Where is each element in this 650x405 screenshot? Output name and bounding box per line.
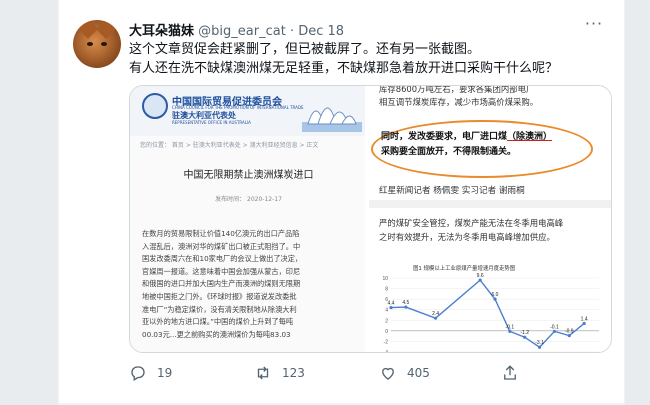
chart-data-label: 6.0 <box>492 292 499 298</box>
meta-separator: · <box>289 24 295 39</box>
news-line: 相互调节煤炭库存，减少市场高价煤采购。 <box>379 97 539 107</box>
retweet-icon <box>257 366 269 380</box>
chart-y-tick: 0 <box>385 329 388 335</box>
underlined-exception: （除澳洲） <box>507 132 553 142</box>
article-line: 官媒周一报道。这意味着中国会加强从蒙古，印尼 <box>142 266 301 276</box>
share-icon <box>504 365 516 380</box>
article-line: 00.03元...更之前购买的澳洲煤价为每吨83.03 <box>142 329 291 339</box>
share-button[interactable] <box>501 362 529 384</box>
article-line: 国发改委周六在和10家电厂的会议上做出了决定， <box>142 254 303 264</box>
author-name[interactable]: 大耳朵猫妹 <box>129 24 194 39</box>
org-office-en: REPRESENTATIVE OFFICE IN AUSTRALIA <box>172 120 251 125</box>
author-avatar[interactable] <box>73 20 121 68</box>
chart-y-tick: 10 <box>382 276 388 282</box>
cat-eye-right <box>101 42 107 46</box>
chart-y-tick: 8 <box>385 287 388 293</box>
chart-data-label: 1.4 <box>581 316 588 322</box>
chart-data-label: -0.1 <box>506 324 515 330</box>
reporter-byline: 红星新闻记者 杨佩雯 实习记者 谢雨桐 <box>379 186 525 196</box>
article-line: 亚以外的地方进口煤。”中国的煤价上升到了每吨 <box>142 317 294 327</box>
cat-ear-left <box>78 20 98 39</box>
chart-y-tick: 2 <box>385 318 388 324</box>
coal-output-chart: 1086420-2-44.4 4.52.49.66.0-0.1-1.2-3.1-0… <box>382 273 599 353</box>
opera-house-icon <box>302 107 362 132</box>
tweet-media[interactable]: 中国国际贸易促进委员会 CHINA COUNCIL FOR THE PROMOT… <box>129 85 612 353</box>
tweet-date[interactable]: Dec 18 <box>298 24 344 39</box>
chart-data-label: 4.5 <box>402 300 409 306</box>
reply-count: 19 <box>157 366 173 380</box>
org-banner: 中国国际贸易促进委员会 CHINA COUNCIL FOR THE PROMOT… <box>130 86 365 136</box>
chart-data-label: -0.1 <box>550 324 559 330</box>
tweet-actions: 19 123 405 <box>129 362 612 386</box>
more-options-icon[interactable]: ··· <box>582 14 606 34</box>
tweet-card[interactable]: 大耳朵猫妹 @big_ear_cat · Dec 18 ··· 这个文章贸促会赶… <box>58 0 625 405</box>
highlight-line: 同时，发改委要求，电厂进口煤 <box>381 132 508 142</box>
publish-date: 发布时间： 2020-12-17 <box>215 196 282 203</box>
cat-ear-right <box>96 20 116 39</box>
cat-eye-left <box>87 42 93 46</box>
reply-button[interactable]: 19 <box>129 362 172 384</box>
tweet-header: 大耳朵猫妹 @big_ear_cat · Dec 18 <box>129 20 344 39</box>
article-line: 准电厂“为稳定煤价，没有清关限制地从除澳大利 <box>142 304 297 314</box>
chart-data-label: 2.4 <box>432 311 439 317</box>
highlight-line: 采购要全面放开，不得限制通关。 <box>381 147 517 157</box>
chart-data-label: -1.2 <box>520 330 529 336</box>
article-line: 和俄国的进口并加大国内生产而澳洲的煤则无限期 <box>142 279 301 289</box>
like-count: 405 <box>407 366 430 380</box>
news-line: 库存8600万吨左右，要求各集团内部电厂 <box>379 86 535 94</box>
article-line: 入混乱后，澳洲对华的煤矿出口被正式阻挡了。中 <box>142 241 301 251</box>
breadcrumb: 您的位置： 首页 > 驻澳大利亚代表处 > 澳大利亚经贸信息 > 正文 <box>140 142 319 149</box>
chart-series-line <box>390 279 585 349</box>
news-line: 严的煤矿安全管控，煤炭产能无法在冬季用电高峰 <box>379 218 564 228</box>
article-line: 地被中国拒之门外。《环球时报》报道说发改委批 <box>142 291 297 301</box>
news-paragraph: 严的煤矿安全管控，煤炭产能无法在冬季用电高峰 之时有效提升，无法为冬季用电高峰增… <box>379 216 609 244</box>
like-button[interactable]: 405 <box>379 362 430 384</box>
article-line: 在数月的贸易限制让价值140亿澳元的出口产品陷 <box>142 229 300 238</box>
chart-data-label: 9.6 <box>477 273 484 279</box>
retweet-button[interactable]: 123 <box>254 362 305 384</box>
chart-y-tick: 4 <box>385 308 388 314</box>
reply-icon <box>131 366 145 381</box>
chart-data-label: -3.1 <box>535 340 544 346</box>
ccpit-logo-icon <box>142 93 168 119</box>
author-handle[interactable]: @big_ear_cat <box>198 24 286 39</box>
article-title: 中国无限期禁止澳洲煤炭进口 <box>183 170 314 181</box>
section-divider <box>369 200 611 208</box>
article-body: 在数月的贸易限制让价值140亿澳元的出口产品陷 入混乱后，澳洲对华的煤矿出口被正… <box>142 228 354 341</box>
tweet-text-line: 这个文章贸促会赶紧删了，但已被截屏了。还有另一张截图。 <box>129 42 481 57</box>
news-top-text: 库存8600万吨左右，要求各集团内部电厂 相互调节煤炭库存，减少市场高价煤采购。 <box>379 86 609 109</box>
chart-data-label: -0.9 <box>565 329 574 335</box>
news-line: 之时有效提升，无法为冬季用电高峰增加供应。 <box>379 232 555 242</box>
media-image-article[interactable]: 中国国际贸易促进委员会 CHINA COUNCIL FOR THE PROMOT… <box>130 86 367 352</box>
highlighted-text: 同时，发改委要求，电厂进口煤（除澳洲） 采购要全面放开，不得限制通关。 <box>381 130 591 160</box>
tweet-text: 这个文章贸促会赶紧删了，但已被截屏了。还有另一张截图。 有人还在洗不缺煤澳洲煤无… <box>129 40 609 78</box>
chart-y-tick: -4 <box>384 350 389 353</box>
chart-data-label: 4.4 <box>388 301 395 307</box>
tweet-text-line: 有人还在洗不缺煤澳洲煤无足轻重，不缺煤那急着放开进口采购干什么呢？ <box>129 61 559 76</box>
chart-title: 图1 规模以上工业原煤产量增速月度走势图 <box>413 266 516 272</box>
chart-y-tick: -2 <box>384 339 389 345</box>
retweet-count: 123 <box>282 366 305 380</box>
media-image-news[interactable]: 库存8600万吨左右，要求各集团内部电厂 相互调节煤炭库存，减少市场高价煤采购。… <box>369 86 611 353</box>
heart-icon <box>382 367 394 380</box>
